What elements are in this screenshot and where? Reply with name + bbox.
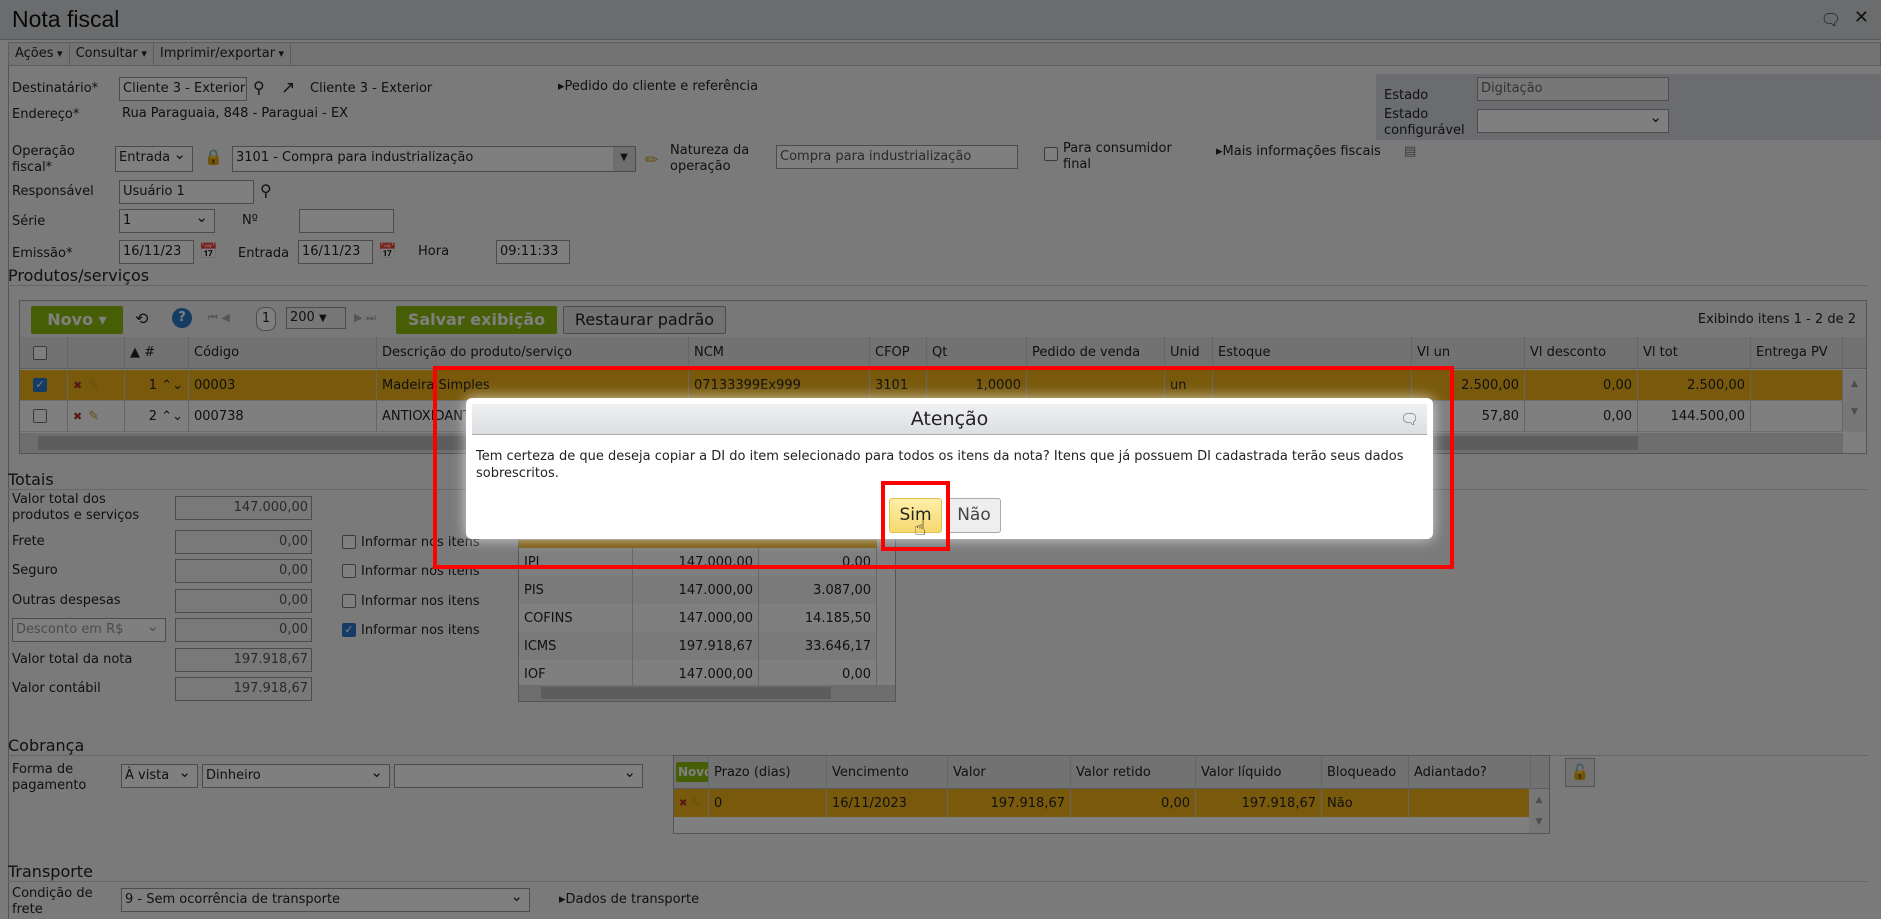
nao-button[interactable]: Não <box>947 498 1001 533</box>
annotation-button-box <box>881 481 950 551</box>
comment-icon[interactable]: 🗨 <box>1400 404 1419 435</box>
dialog-title: Atenção 🗨 <box>472 404 1427 435</box>
dialog-message: Tem certeza de que deseja copiar a DI do… <box>476 449 1404 481</box>
